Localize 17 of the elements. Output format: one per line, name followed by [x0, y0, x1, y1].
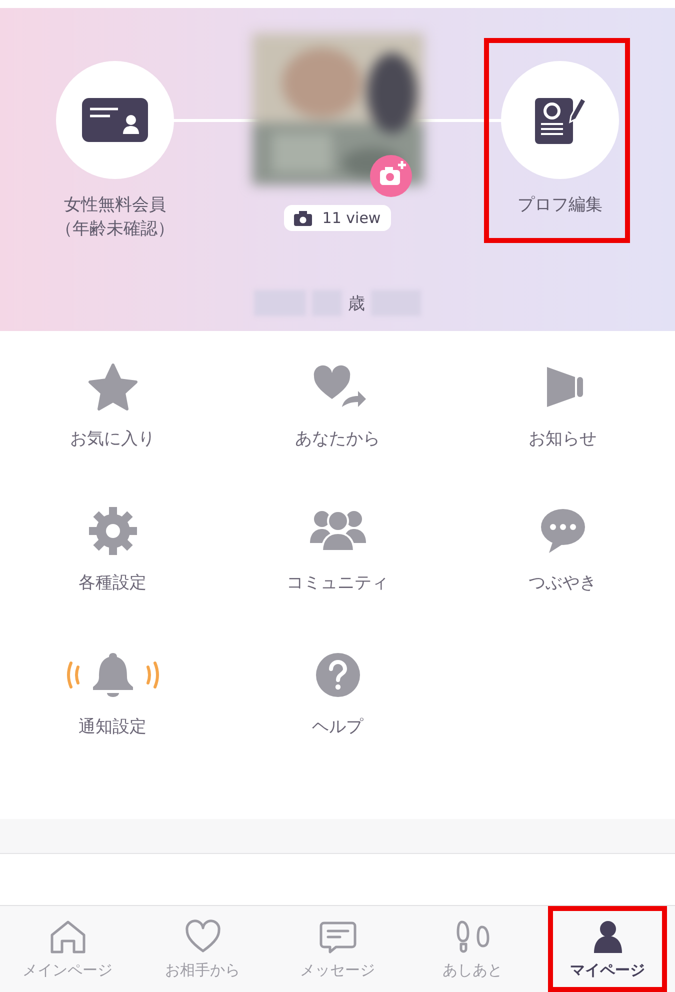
- menu-item[interactable]: お気に入り: [70, 361, 155, 450]
- view-count-text: 11 view: [322, 209, 381, 227]
- camera-icon: [294, 210, 312, 226]
- tab[interactable]: マイページ: [548, 906, 667, 992]
- membership-label: 女性無料会員 （年齢未確認）: [56, 194, 174, 241]
- menu-item[interactable]: 各種設定: [78, 505, 146, 594]
- add-photo-button[interactable]: [370, 155, 412, 197]
- id-card-icon: [82, 98, 148, 142]
- heart-icon: [182, 918, 222, 954]
- menu-item[interactable]: ヘルプ: [308, 649, 368, 738]
- menu-item[interactable]: お知らせ: [528, 361, 596, 450]
- age-suffix: 歳: [348, 292, 365, 314]
- edit-profile-label: プロフ編集: [518, 194, 602, 217]
- menu-item[interactable]: 通知設定: [62, 649, 162, 738]
- menu-item[interactable]: つぶやき: [528, 505, 596, 594]
- menu-item[interactable]: コミュニティ: [286, 505, 388, 594]
- menu-item[interactable]: あなたから: [295, 361, 380, 450]
